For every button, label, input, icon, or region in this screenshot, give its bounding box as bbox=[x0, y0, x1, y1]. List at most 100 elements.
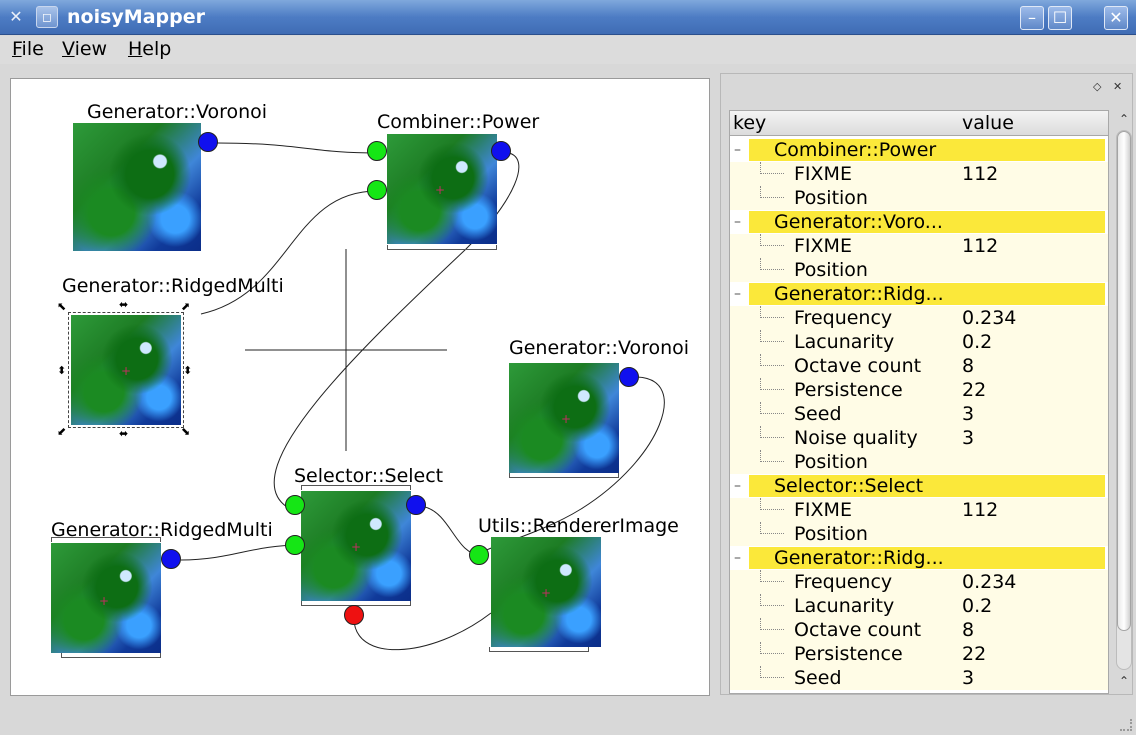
minimize-button[interactable]: – bbox=[1020, 6, 1044, 30]
input-port[interactable] bbox=[285, 535, 305, 555]
property-value[interactable]: 112 bbox=[962, 162, 998, 186]
property-row[interactable]: Octave count 8 bbox=[730, 618, 1108, 642]
property-value[interactable]: 22 bbox=[962, 642, 986, 666]
center-cross-icon: + bbox=[99, 594, 110, 608]
node-footer bbox=[387, 245, 497, 250]
input-port[interactable] bbox=[285, 495, 305, 515]
scroll-up-icon[interactable]: ⌃ bbox=[1115, 110, 1133, 128]
property-key: Position bbox=[794, 451, 868, 473]
property-row[interactable]: Position bbox=[730, 450, 1108, 474]
close-button[interactable]: ✕ bbox=[1104, 6, 1128, 30]
scroll-track[interactable] bbox=[1116, 130, 1132, 670]
property-row[interactable]: Persistence 22 bbox=[730, 378, 1108, 402]
output-port[interactable] bbox=[198, 132, 218, 152]
menu-file[interactable]: File bbox=[12, 38, 44, 60]
dock-close-icon[interactable]: ✕ bbox=[1113, 80, 1122, 93]
property-value[interactable]: 112 bbox=[962, 498, 998, 522]
collapse-icon[interactable]: – bbox=[734, 546, 741, 570]
scroll-thumb[interactable] bbox=[1117, 131, 1131, 631]
property-value[interactable]: 22 bbox=[962, 378, 986, 402]
column-header-key[interactable]: key bbox=[733, 112, 766, 134]
property-value[interactable]: 0.234 bbox=[962, 306, 1016, 330]
node-header bbox=[51, 537, 161, 542]
output-port[interactable] bbox=[619, 367, 639, 387]
property-row[interactable]: Noise quality 3 bbox=[730, 426, 1108, 450]
app-icon[interactable]: ✕ bbox=[6, 7, 26, 27]
resize-handle-icon[interactable]: ⬊ bbox=[181, 426, 190, 437]
property-row[interactable]: Seed 3 bbox=[730, 402, 1108, 426]
property-row[interactable]: Position bbox=[730, 186, 1108, 210]
property-row[interactable]: Seed 3 bbox=[730, 666, 1108, 690]
tree-branch bbox=[760, 162, 784, 174]
property-value[interactable]: 0.234 bbox=[962, 570, 1016, 594]
property-row[interactable]: FIXME 112 bbox=[730, 162, 1108, 186]
collapse-icon[interactable]: – bbox=[734, 282, 741, 306]
resize-grip-icon[interactable] bbox=[1120, 719, 1132, 731]
dock-float-icon[interactable]: ◇ bbox=[1093, 80, 1101, 93]
collapse-icon[interactable]: – bbox=[734, 138, 741, 162]
scroll-down-icon[interactable]: ⌃ bbox=[1115, 672, 1133, 690]
property-key: FIXME bbox=[794, 163, 852, 185]
property-row[interactable]: Frequency 0.234 bbox=[730, 306, 1108, 330]
center-cross-icon: + bbox=[351, 540, 362, 554]
property-group[interactable]: – Generator::Voro... bbox=[730, 210, 1108, 234]
property-value[interactable]: 3 bbox=[962, 426, 974, 450]
property-value[interactable]: 3 bbox=[962, 402, 974, 426]
property-value[interactable]: 0.2 bbox=[962, 594, 992, 618]
node-title: Selector::Select bbox=[294, 465, 444, 487]
collapse-icon[interactable]: – bbox=[734, 474, 741, 498]
resize-handle-icon[interactable]: ⬌ bbox=[119, 299, 128, 310]
property-row[interactable]: FIXME 112 bbox=[730, 234, 1108, 258]
tree-branch bbox=[760, 402, 784, 414]
property-key: Octave count bbox=[794, 355, 922, 377]
resize-handle-icon[interactable]: ⬋ bbox=[57, 426, 66, 437]
tree-branch bbox=[760, 306, 784, 318]
property-row[interactable]: Persistence 22 bbox=[730, 642, 1108, 666]
property-row[interactable]: Position bbox=[730, 258, 1108, 282]
property-value[interactable]: 0.2 bbox=[962, 330, 992, 354]
resize-handle-icon[interactable]: ⬉ bbox=[57, 301, 66, 312]
output-port[interactable] bbox=[161, 549, 181, 569]
node-graph-canvas[interactable]: Generator::Voronoi Combiner::Power + Gen… bbox=[10, 78, 710, 696]
menu-help[interactable]: Help bbox=[128, 38, 171, 60]
property-value[interactable]: 8 bbox=[962, 354, 974, 378]
property-value[interactable]: 8 bbox=[962, 618, 974, 642]
property-key: Noise quality bbox=[794, 427, 918, 449]
property-row[interactable]: FIXME 112 bbox=[730, 498, 1108, 522]
resize-handle-icon[interactable]: ⬈ bbox=[181, 301, 190, 312]
group-name: Generator::Ridg... bbox=[774, 283, 944, 305]
input-port[interactable] bbox=[469, 545, 489, 565]
collapse-icon[interactable]: – bbox=[734, 210, 741, 234]
property-value[interactable]: 112 bbox=[962, 234, 998, 258]
vertical-scrollbar[interactable]: ⌃ ⌃ bbox=[1115, 110, 1133, 694]
resize-handle-icon[interactable]: ⬍ bbox=[183, 365, 192, 376]
resize-handle-icon[interactable]: ⬌ bbox=[119, 428, 128, 439]
property-row[interactable]: Lacunarity 0.2 bbox=[730, 330, 1108, 354]
menu-view[interactable]: View bbox=[62, 38, 107, 60]
tree-branch bbox=[760, 522, 784, 534]
group-name: Generator::Voro... bbox=[774, 211, 943, 233]
property-group[interactable]: – Generator::Ridg... bbox=[730, 282, 1108, 306]
link-renderer-to-control bbox=[353, 612, 492, 651]
property-row[interactable]: Octave count 8 bbox=[730, 354, 1108, 378]
property-group[interactable]: – Selector::Select bbox=[730, 474, 1108, 498]
column-header-value[interactable]: value bbox=[962, 112, 1014, 134]
title-bar: ✕ ◻ noisyMapper – ☐ ✕ bbox=[0, 0, 1136, 35]
property-value[interactable]: 3 bbox=[962, 666, 974, 690]
maximize-button[interactable]: ☐ bbox=[1048, 6, 1072, 30]
window-menu-icon[interactable]: ◻ bbox=[36, 6, 58, 28]
input-port[interactable] bbox=[367, 141, 387, 161]
output-port[interactable] bbox=[491, 141, 511, 161]
resize-handle-icon[interactable]: ⬍ bbox=[57, 365, 66, 376]
tree-body[interactable]: – Combiner::Power FIXME 112 Position – Generat… bbox=[729, 136, 1109, 694]
property-group[interactable]: – Combiner::Power bbox=[730, 138, 1108, 162]
property-row[interactable]: Frequency 0.234 bbox=[730, 570, 1108, 594]
control-port[interactable] bbox=[344, 605, 364, 625]
noise-preview-image: + bbox=[509, 363, 619, 473]
property-row[interactable]: Position bbox=[730, 522, 1108, 546]
input-port[interactable] bbox=[367, 180, 387, 200]
property-row[interactable]: Lacunarity 0.2 bbox=[730, 594, 1108, 618]
center-cross-icon: + bbox=[121, 364, 132, 378]
property-group[interactable]: – Generator::Ridg... bbox=[730, 546, 1108, 570]
output-port[interactable] bbox=[406, 495, 426, 515]
